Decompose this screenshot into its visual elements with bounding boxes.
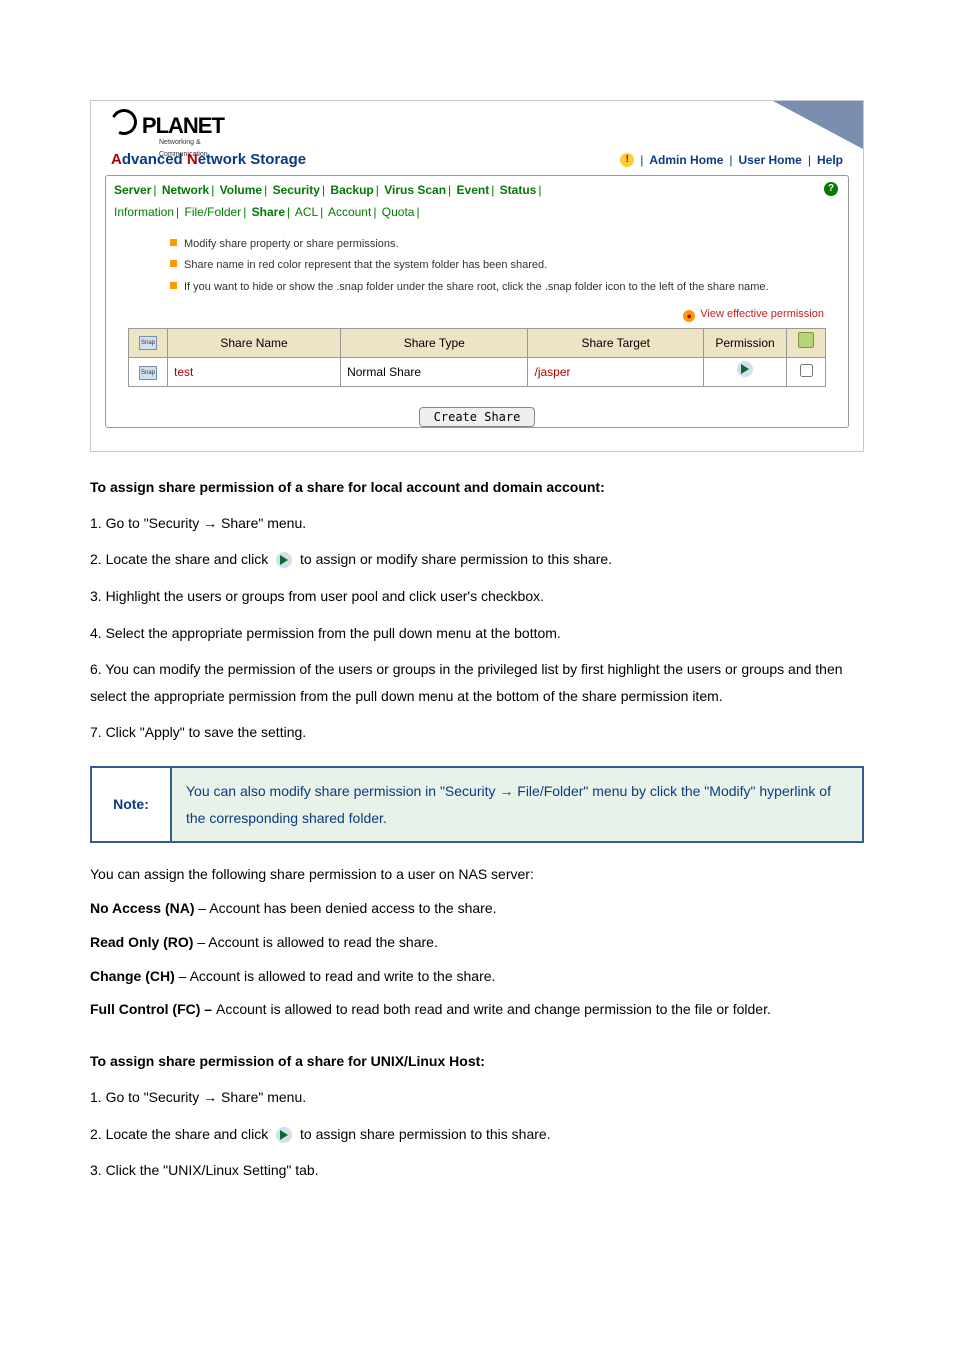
subtab-file-folder[interactable]: File/Folder: [185, 205, 242, 219]
subtab-acl[interactable]: ACL: [295, 205, 318, 219]
share-table: Snap Share Name Share Type Share Target …: [128, 328, 826, 388]
swirl-icon: [107, 105, 140, 138]
sub-tabs: Information| File/Folder| Share| ACL| Ac…: [114, 200, 840, 222]
step: 1. Go to "Security → Share" menu.: [90, 1084, 864, 1111]
note-body: You can also modify share permission in …: [171, 767, 863, 842]
heading-assign-unix: To assign share permission of a share fo…: [90, 1050, 864, 1074]
header-links: ! | Admin Home | User Home | Help: [620, 150, 843, 170]
tab-volume[interactable]: Volume: [220, 183, 262, 197]
brand-sub-text: Networking & Communication: [159, 137, 224, 161]
table-header-row: Snap Share Name Share Type Share Target …: [129, 328, 826, 357]
step: 2. Locate the share and click to assign …: [90, 546, 864, 573]
bullet-icon: ●: [683, 310, 695, 322]
step: 2. Locate the share and click to assign …: [90, 1121, 864, 1148]
delete-checkbox[interactable]: [800, 364, 813, 377]
create-share-button[interactable]: Create Share: [419, 407, 536, 427]
col-share-target: Share Target: [528, 328, 704, 357]
tab-security[interactable]: Security: [273, 183, 320, 197]
note-label: Note:: [91, 767, 171, 842]
perm-def: Full Control (FC) – Account is allowed t…: [90, 998, 864, 1022]
document-body: To assign share permission of a share fo…: [90, 476, 864, 1184]
hint-item: Share name in red color represent that t…: [184, 256, 828, 275]
link-help[interactable]: Help: [817, 150, 843, 170]
view-effective-label: View effective permission: [700, 308, 824, 320]
col-share-type: Share Type: [341, 328, 528, 357]
tab-status[interactable]: Status: [500, 183, 537, 197]
cell-share-name[interactable]: test: [168, 357, 341, 386]
step: 4. Select the appropriate permission fro…: [90, 620, 864, 647]
cell-share-type: Normal Share: [341, 357, 528, 386]
permission-icon: [276, 1127, 292, 1143]
perm-def: No Access (NA) – Account has been denied…: [90, 897, 864, 921]
col-permission: Permission: [704, 328, 787, 357]
hint-item: Modify share property or share permissio…: [184, 235, 828, 254]
step: 3. Highlight the users or groups from us…: [90, 583, 864, 610]
subtab-quota[interactable]: Quota: [382, 205, 415, 219]
app-header: PLANET Networking & Communication: [91, 101, 863, 149]
tab-event[interactable]: Event: [457, 183, 490, 197]
heading-assign-local: To assign share permission of a share fo…: [90, 476, 864, 500]
alert-icon[interactable]: !: [620, 153, 634, 167]
header-corner-decoration: [773, 101, 863, 149]
permission-icon: [276, 552, 292, 568]
subtab-account[interactable]: Account: [328, 205, 371, 219]
tab-virus-scan[interactable]: Virus Scan: [384, 183, 446, 197]
subtab-information[interactable]: Information: [114, 205, 174, 219]
snap-toggle-icon[interactable]: Snap: [139, 366, 157, 380]
link-user-home[interactable]: User Home: [739, 150, 802, 170]
cell-share-target: /jasper: [528, 357, 704, 386]
step: 7. Click "Apply" to save the setting.: [90, 719, 864, 746]
main-tabs: Server| Network| Volume| Security| Backu…: [106, 176, 848, 223]
table-row: Snap test Normal Share /jasper: [129, 357, 826, 386]
perm-def: Read Only (RO) – Account is allowed to r…: [90, 931, 864, 955]
tab-backup[interactable]: Backup: [330, 183, 373, 197]
permission-icon[interactable]: [737, 361, 753, 377]
perm-def: Change (CH) – Account is allowed to read…: [90, 965, 864, 989]
step: 3. Click the "UNIX/Linux Setting" tab.: [90, 1157, 864, 1184]
step: 1. Go to "Security → Share" menu.: [90, 510, 864, 537]
tab-server[interactable]: Server: [114, 183, 151, 197]
page-root: PLANET Networking & Communication Advanc…: [0, 100, 954, 1234]
hint-list: Modify share property or share permissio…: [144, 235, 828, 297]
perm-intro: You can assign the following share permi…: [90, 863, 864, 887]
note-box: Note: You can also modify share permissi…: [90, 766, 864, 843]
app-window: PLANET Networking & Communication Advanc…: [90, 100, 864, 452]
brand-main-text: PLANET: [142, 113, 224, 138]
step: 6. You can modify the permission of the …: [90, 656, 864, 709]
col-share-name: Share Name: [168, 328, 341, 357]
content-panel: Server| Network| Volume| Security| Backu…: [105, 175, 849, 428]
snap-toggle-header-icon: Snap: [139, 336, 157, 350]
hint-item: If you want to hide or show the .snap fo…: [184, 278, 828, 297]
subtab-share[interactable]: Share: [252, 205, 285, 219]
tab-network[interactable]: Network: [162, 183, 209, 197]
link-admin-home[interactable]: Admin Home: [649, 150, 723, 170]
view-effective-permission[interactable]: ● View effective permission: [106, 303, 848, 328]
delete-header-icon: [798, 332, 814, 348]
help-icon[interactable]: ?: [824, 182, 838, 196]
brand-logo: PLANET Networking & Communication: [111, 107, 224, 144]
